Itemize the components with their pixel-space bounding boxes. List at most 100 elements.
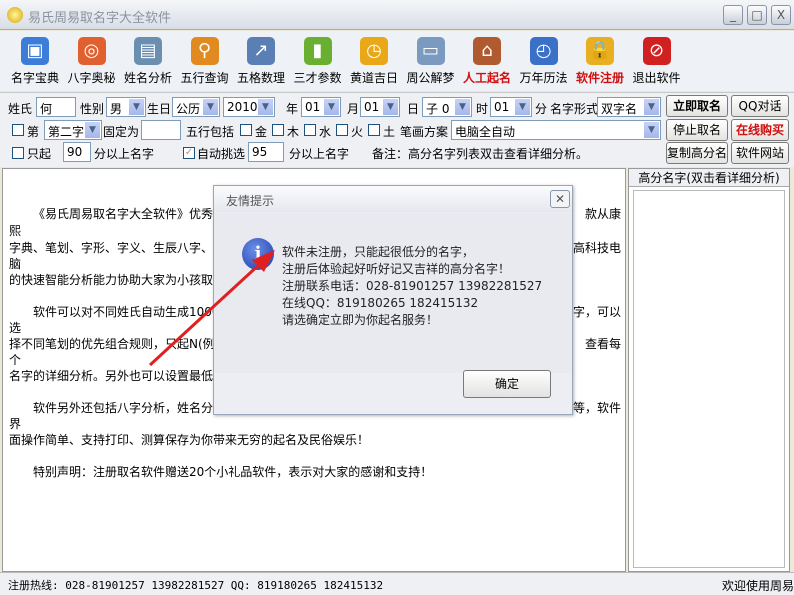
toolbar-button-5[interactable]: ↗ 五格数理 [232, 33, 290, 91]
year-select[interactable]: 2010 ▼ [223, 97, 275, 117]
hour-value: 子 0 [426, 102, 450, 116]
wuxing-checkbox[interactable] [272, 124, 284, 136]
day-select[interactable]: 01 ▼ [360, 97, 400, 117]
toolbar-label: 五格数理 [236, 71, 285, 85]
minimize-button[interactable]: _ [723, 5, 743, 25]
buy-online-button[interactable]: 在线购买 [731, 119, 789, 141]
high-score-names-list[interactable] [633, 190, 785, 568]
maximize-button[interactable]: □ [747, 5, 767, 25]
wuxing-label-item: 金 [255, 125, 268, 139]
close-button[interactable]: X [771, 5, 791, 25]
lifebuoy-icon: ◎ [77, 37, 106, 65]
chevron-down-icon: ▼ [644, 99, 659, 115]
toolbar-button-3[interactable]: ▤ 姓名分析 [119, 33, 177, 91]
copy-high-score-button[interactable]: 复制高分名 [666, 142, 728, 164]
intro-line: 个 [9, 353, 22, 367]
high-score-header: 高分名字(双击看详细分析) [629, 169, 789, 187]
toolbar-label: 人工起名 [462, 71, 511, 85]
toolbar-button-7[interactable]: ◷ 黄道吉日 [345, 33, 403, 91]
calendar-select[interactable]: 公历 ▼ [172, 97, 220, 117]
toolbar-button-4[interactable]: ⚲ 五行查询 [176, 33, 234, 91]
dialog-close-button[interactable]: ✕ [550, 190, 570, 208]
wuxing-checkbox[interactable] [368, 124, 380, 136]
auto-label: 自动挑选 [197, 147, 246, 161]
toolbar-button-8[interactable]: ▭ 周公解梦 [402, 33, 460, 91]
intro-line-end: 字，可以 [573, 305, 622, 319]
chevron-down-icon: ▼ [515, 99, 530, 115]
fix-position-select[interactable]: 第二字 ▼ [44, 120, 102, 140]
intro-line: 熙 [9, 224, 22, 238]
only-label: 只起 [27, 147, 52, 161]
toolbar-label: 三才参数 [293, 71, 342, 85]
toolbar-button-11[interactable]: 🔒 软件注册 [571, 33, 629, 91]
auto-score-input[interactable]: 95 [248, 142, 284, 162]
auto-pick-checkbox[interactable]: ✓ [183, 147, 195, 159]
toolbar-label: 周公解梦 [406, 71, 455, 85]
app-icon [7, 7, 23, 23]
chevron-down-icon: ▼ [129, 99, 144, 115]
toolbar-button-2[interactable]: ◎ 八字奥秘 [63, 33, 121, 91]
wuxing-checkbox[interactable] [240, 124, 252, 136]
toolbar-button-1[interactable]: ▣ 名字宝典 [6, 33, 64, 91]
website-button[interactable]: 软件网站 [731, 142, 789, 164]
dialog-line: 在线QQ：819180265 182415132 [282, 296, 479, 310]
magnifier-icon: ⚲ [190, 37, 219, 65]
status-bar: 注册热线: 028-81901257 13982281527 QQ: 81918… [0, 572, 794, 595]
surname-input[interactable]: 何 [36, 97, 76, 117]
stroke-plan-value: 电脑全自动 [455, 125, 516, 139]
birth-label: 生日 [147, 102, 172, 116]
lock-icon: 🔒 [586, 37, 614, 65]
intro-line: 《易氏周易取名字大全软件》优秀的 [33, 207, 226, 221]
chart-icon: ↗ [247, 37, 275, 65]
stop-button[interactable]: 停止取名 [666, 119, 728, 141]
only-score-input[interactable]: 90 [63, 142, 91, 162]
fixed-as-input[interactable] [141, 120, 181, 140]
dialog-line: 注册联系电话：028-81901257 13982281527 [282, 279, 543, 293]
wuxing-checkbox[interactable] [304, 124, 316, 136]
gender-label: 性别 [80, 102, 105, 116]
only-score-checkbox[interactable] [12, 147, 24, 159]
chevron-down-icon: ▼ [383, 99, 398, 115]
chevron-down-icon: ▼ [324, 99, 339, 115]
fixed-as-label: 固定为 [103, 125, 140, 139]
toolbar-button-6[interactable]: ▮ 三才参数 [289, 33, 347, 91]
ok-button[interactable]: 确定 [463, 370, 551, 398]
fix-char-checkbox[interactable] [12, 124, 24, 136]
stroke-plan-label: 笔画方案 [400, 125, 449, 139]
toolbar-label: 退出软件 [632, 71, 681, 85]
intro-line: 脑 [9, 257, 22, 271]
toolbar-button-12[interactable]: ⊘ 退出软件 [628, 33, 686, 91]
title-bar: 易氏周易取名字大全软件 _ □ X [0, 0, 794, 30]
alarm-clock-icon: ◴ [529, 37, 558, 65]
chevron-down-icon: ▼ [203, 99, 218, 115]
generate-names-button[interactable]: 立即取名 [666, 95, 728, 117]
fix-label: 第 [27, 125, 40, 139]
wuxing-label-item: 水 [319, 125, 332, 139]
minute-select[interactable]: 01 ▼ [490, 97, 532, 117]
hour-select[interactable]: 子 0 ▼ [422, 97, 472, 117]
clipboard-icon: ▤ [134, 37, 162, 65]
qq-chat-button[interactable]: QQ对话 [731, 95, 789, 117]
wuxing-label-item: 木 [287, 125, 300, 139]
stroke-plan-select[interactable]: 电脑全自动 ▼ [451, 120, 661, 140]
toolbar-button-10[interactable]: ◴ 万年历法 [515, 33, 573, 91]
name-form-select[interactable]: 双字名 ▼ [597, 97, 661, 117]
stop-icon: ⊘ [642, 37, 671, 65]
wuxing-label: 五行包括 [186, 125, 235, 139]
intro-line-end: 等，软件 [573, 401, 622, 415]
gender-value: 男 [110, 102, 123, 116]
gender-select[interactable]: 男 ▼ [106, 97, 146, 117]
intro-line-end: 高科技电 [573, 241, 622, 255]
month-select[interactable]: 01 ▼ [301, 97, 341, 117]
calendar-value: 公历 [176, 102, 201, 116]
dialog-message: 软件未注册，只能起很低分的名字， 注册后体验起好听好记又吉祥的高分名字！ 注册联… [282, 244, 542, 329]
intro-line: 择不同笔划的优先组合规则，只起N(例 [9, 337, 215, 351]
toolbar-label: 名字宝典 [10, 71, 59, 85]
intro-line: 选 [9, 321, 22, 335]
minute-value: 01 [494, 100, 510, 114]
toolbar-label: 软件注册 [575, 71, 624, 85]
fix-position-value: 第二字 [48, 125, 85, 139]
minute-label: 分 [535, 102, 548, 116]
toolbar-button-9[interactable]: ⌂ 人工起名 [458, 33, 516, 91]
wuxing-checkbox[interactable] [336, 124, 348, 136]
